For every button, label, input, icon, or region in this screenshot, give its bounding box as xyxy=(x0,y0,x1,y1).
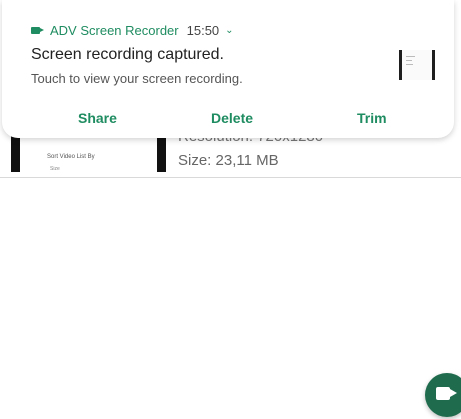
delete-button[interactable]: Delete xyxy=(211,110,253,126)
notification-title: Screen recording captured. xyxy=(31,46,224,63)
notification-body: Touch to view your screen recording. xyxy=(31,71,243,86)
notification-time: 15:50 xyxy=(186,22,220,38)
video-camera-icon xyxy=(436,387,450,400)
thumbnail-subtext: Size xyxy=(50,166,60,172)
thumbnail-text: Sort Video List By xyxy=(47,154,95,160)
notification-header: ADV Screen Recorder 15:50 ⌄ xyxy=(31,22,234,38)
video-camera-icon xyxy=(31,26,44,34)
size-text: Size: 23,11 MB xyxy=(178,152,279,169)
app-name: ADV Screen Recorder xyxy=(50,22,179,38)
record-fab-button[interactable] xyxy=(425,373,461,417)
share-button[interactable]: Share xyxy=(78,110,117,126)
recording-notification[interactable]: ADV Screen Recorder 15:50 ⌄ Screen recor… xyxy=(2,0,454,138)
trim-button[interactable]: Trim xyxy=(357,110,387,126)
expand-chevron-icon[interactable]: ⌄ xyxy=(225,25,233,36)
list-divider xyxy=(0,177,461,178)
recording-preview-thumbnail xyxy=(399,50,435,80)
